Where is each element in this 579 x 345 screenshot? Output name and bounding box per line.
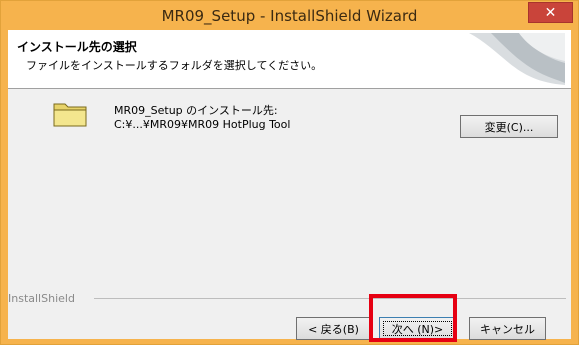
cancel-button[interactable]: キャンセル (469, 317, 546, 340)
destination-label: MR09_Setup のインストール先: (114, 104, 278, 117)
divider (94, 298, 566, 299)
change-button-label: 変更(C)... (484, 120, 534, 134)
back-button-label: < 戻る(B) (308, 322, 359, 336)
wizard-header: インストール先の選択 ファイルをインストールするフォルダを選択してください。 (8, 30, 571, 89)
page-title: インストール先の選択 (17, 40, 137, 54)
installshield-logo (469, 33, 565, 85)
close-button[interactable]: ✕ (528, 2, 573, 23)
title-bar[interactable]: MR09_Setup - InstallShield Wizard ✕ (1, 1, 578, 30)
change-button[interactable]: 変更(C)... (460, 115, 558, 138)
cancel-button-label: キャンセル (480, 322, 535, 336)
folder-icon (53, 103, 87, 127)
highlight-box (369, 294, 457, 342)
installshield-brand: InstallShield (8, 292, 75, 305)
dialog-body: インストール先の選択 ファイルをインストールするフォルダを選択してください。 M… (8, 30, 571, 340)
window-title: MR09_Setup - InstallShield Wizard (161, 7, 418, 25)
back-button[interactable]: < 戻る(B) (296, 317, 371, 340)
page-subtitle: ファイルをインストールするフォルダを選択してください。 (26, 59, 323, 72)
destination-path: C:¥...¥MR09¥MR09 HotPlug Tool (114, 118, 291, 131)
installer-window: MR09_Setup - InstallShield Wizard ✕ インスト… (0, 0, 579, 345)
